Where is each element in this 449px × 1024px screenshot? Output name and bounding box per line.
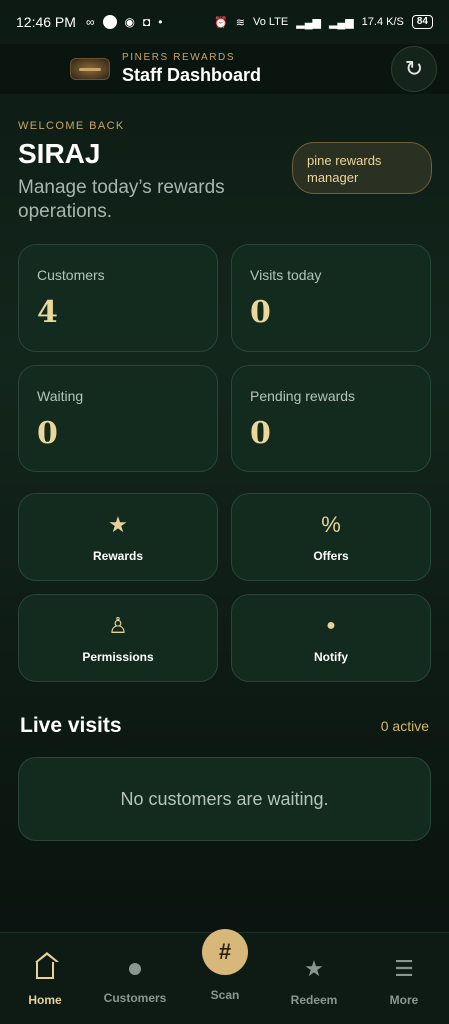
status-left-icons: ∞ ◉ ◘ • xyxy=(85,15,163,29)
wifi-icon: ≋ xyxy=(235,16,245,29)
refresh-button[interactable]: ↻ xyxy=(391,46,437,92)
live-visits-count: 0 active xyxy=(380,718,429,734)
action-label: Rewards xyxy=(92,549,144,563)
stat-value: 0 xyxy=(250,416,271,451)
stat-value: 0 xyxy=(250,295,271,330)
stat-label: Pending rewards xyxy=(250,388,356,404)
nav-label: More xyxy=(389,993,419,1007)
role-badge: pine rewards manager xyxy=(292,142,432,194)
notify-button[interactable]: ● Notify xyxy=(231,594,431,682)
action-label: Offers xyxy=(313,549,349,563)
stat-card-pending-rewards[interactable]: Pending rewards 0 xyxy=(231,365,431,472)
stat-label: Visits today xyxy=(250,267,322,283)
network-speed: 17.4 K/S xyxy=(361,16,404,28)
stat-value: 0 xyxy=(37,416,58,451)
percent-icon: % xyxy=(321,512,341,537)
star-icon: ★ xyxy=(304,956,324,981)
nav-label: Redeem xyxy=(290,993,338,1007)
star-icon: ★ xyxy=(108,512,128,537)
welcome-label: WELCOME BACK xyxy=(18,120,125,132)
nav-label: Customers xyxy=(103,991,167,1005)
nav-customers[interactable]: Customers xyxy=(90,933,180,1024)
user-icon: ♙ xyxy=(108,613,128,638)
nav-redeem[interactable]: ★ Redeem xyxy=(269,933,359,1024)
scan-label[interactable]: Scan xyxy=(180,988,270,1002)
hash-icon: # xyxy=(218,939,232,964)
circle-icon xyxy=(102,15,117,29)
brand-logo xyxy=(70,58,110,80)
empty-message: No customers are waiting. xyxy=(120,788,329,809)
app-bar: PINERS REWARDS Staff Dashboard ↻ xyxy=(0,44,449,94)
signal-icon: ▂▄▆ xyxy=(296,16,321,29)
status-right-icons: ⏰ ≋ Vo LTE ▂▄▆ ▂▄▆ 17.4 K/S 84 xyxy=(214,15,433,29)
customers-icon xyxy=(129,963,141,975)
subtitle: Manage today’s rewards operations. xyxy=(18,177,225,222)
live-visits-empty-state: No customers are waiting. xyxy=(18,757,431,841)
stat-label: Waiting xyxy=(37,388,84,404)
dot-icon: ● xyxy=(326,617,336,634)
rewards-button[interactable]: ★ Rewards xyxy=(18,493,218,581)
stat-card-customers[interactable]: Customers 4 xyxy=(18,244,218,352)
stat-card-waiting[interactable]: Waiting 0 xyxy=(18,365,218,472)
action-label: Permissions xyxy=(82,650,154,664)
page-title: Staff Dashboard xyxy=(122,65,262,85)
menu-icon: ☰ xyxy=(394,956,414,981)
signal-icon: ▂▄▆ xyxy=(328,16,354,29)
status-bar: 12:46 PM ∞ ◉ ◘ • ⏰ ≋ Vo LTE ▂▄▆ ▂▄▆ 17.4… xyxy=(0,0,449,44)
messenger-icon: ◉ xyxy=(124,15,135,29)
brand-name: PINERS REWARDS xyxy=(122,52,236,63)
stat-label: Customers xyxy=(37,267,105,283)
refresh-icon: ↻ xyxy=(404,56,424,81)
nav-home[interactable]: Home xyxy=(0,933,90,1024)
username: SIRAJ xyxy=(18,138,101,169)
permissions-button[interactable]: ♙ Permissions xyxy=(18,594,218,682)
dot-icon: • xyxy=(158,15,163,29)
battery-icon: 84 xyxy=(411,15,433,29)
home-icon xyxy=(35,952,59,979)
action-label: Notify xyxy=(314,650,348,664)
stat-card-visits-today[interactable]: Visits today 0 xyxy=(231,244,431,352)
nav-more[interactable]: ☰ More xyxy=(359,933,449,1024)
infinity-icon: ∞ xyxy=(85,15,95,29)
status-time: 12:46 PM xyxy=(16,14,76,30)
live-visits-title: Live visits xyxy=(20,714,122,737)
stat-value: 4 xyxy=(37,295,58,330)
instagram-icon: ◘ xyxy=(142,15,151,29)
offers-button[interactable]: % Offers xyxy=(231,493,431,581)
nav-label: Home xyxy=(28,993,62,1007)
scan-button[interactable]: # xyxy=(202,929,248,975)
alarm-icon: ⏰ xyxy=(214,16,228,29)
app-bar-titles: PINERS REWARDS Staff Dashboard xyxy=(122,52,261,86)
network-type: Vo LTE xyxy=(252,16,289,28)
